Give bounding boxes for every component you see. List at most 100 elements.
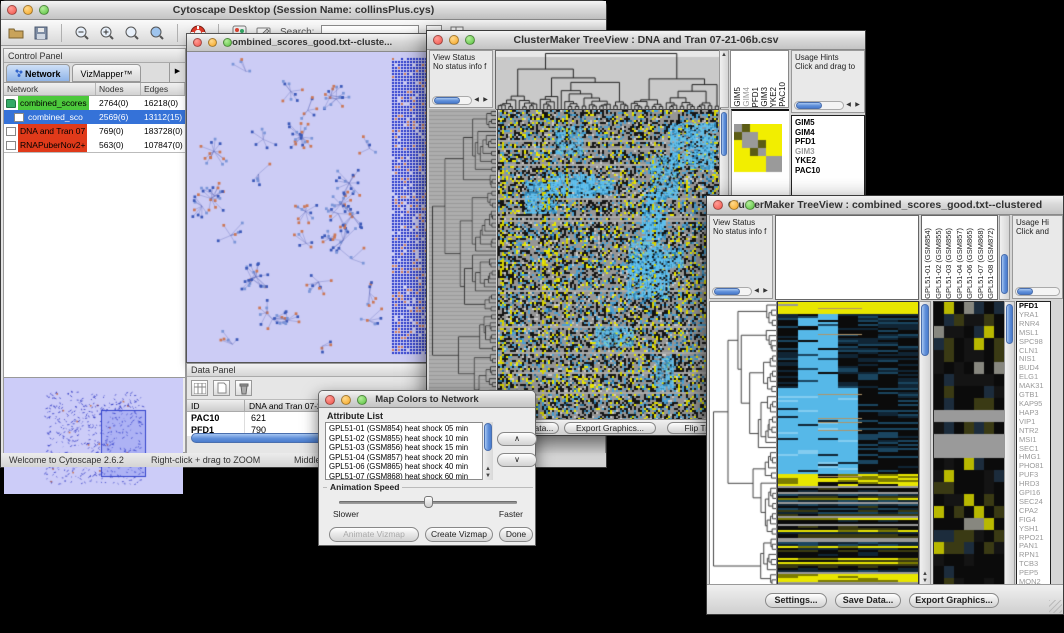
treeview2-column-dendrogram-area[interactable]	[775, 215, 919, 300]
column-label[interactable]: GPL51-06 (GSM865)	[965, 228, 976, 299]
treeview2-selection-heatmap[interactable]	[933, 301, 1005, 588]
network-table-row[interactable]: combined_sco 2569(6) 13112(15)	[4, 110, 185, 124]
zoom-button[interactable]	[223, 38, 232, 47]
network-overview-canvas[interactable]	[4, 378, 183, 494]
treeview2-labels-scrollbar[interactable]	[999, 215, 1010, 300]
dialog-titlebar[interactable]: Map Colors to Network	[319, 391, 535, 408]
export-graphics-button[interactable]: Export Graphics...	[564, 422, 656, 434]
slider-thumb[interactable]	[424, 496, 433, 508]
minimize-button[interactable]	[23, 5, 33, 15]
column-label[interactable]: GPL51-02 (GSM855)	[934, 228, 945, 299]
close-button[interactable]	[193, 38, 202, 47]
network-table-header[interactable]: Network Nodes Edges	[4, 83, 185, 96]
animation-speed-slider[interactable]	[339, 501, 517, 504]
gene-label[interactable]: GIM5	[795, 118, 864, 128]
delete-attribute-icon[interactable]	[235, 380, 252, 396]
move-down-button[interactable]: ∨	[497, 453, 537, 467]
zoom-out-icon[interactable]	[73, 24, 91, 42]
tab-overflow-button[interactable]: ▶	[169, 63, 185, 82]
column-label[interactable]: GPL51-07 (GSM868)	[976, 228, 987, 299]
zoom-button[interactable]	[357, 395, 367, 405]
treeview1-top-scroll-strip[interactable]: ▲	[719, 50, 729, 108]
animate-vizmap-button[interactable]: Animate Vizmap	[329, 527, 419, 542]
gene-label[interactable]: PFD1	[795, 137, 864, 147]
network-table-row[interactable]: combined_scores 2764(0) 16218(0)	[4, 96, 185, 110]
view-status-scrollbar[interactable]: ◀ ▶	[432, 95, 490, 105]
scroll-right-icon[interactable]: ▶	[853, 101, 862, 110]
treeview1-column-dendrogram[interactable]	[495, 50, 721, 110]
attribute-list[interactable]: GPL51-01 (GSM854) heat shock 05 minGPL51…	[325, 422, 493, 480]
attribute-item[interactable]: GPL51-02 (GSM855) heat shock 10 min	[329, 434, 492, 444]
column-label[interactable]: GIM5	[733, 87, 742, 107]
treeview2-row-dendrogram[interactable]	[709, 301, 777, 588]
minimize-button[interactable]	[208, 38, 217, 47]
treeview1-row-dendrogram[interactable]	[429, 109, 496, 420]
scroll-left-icon[interactable]: ◀	[752, 287, 761, 296]
gene-label[interactable]: GIM3	[795, 147, 864, 157]
tab-network[interactable]: Network	[6, 64, 70, 82]
close-button[interactable]	[7, 5, 17, 15]
gene-label[interactable]: YKE2	[795, 156, 864, 166]
treeview2-titlebar[interactable]: ClusterMaker TreeView : combined_scores_…	[707, 196, 1063, 215]
column-label[interactable]: YKE2	[769, 87, 778, 107]
scroll-left-icon[interactable]: ◀	[472, 96, 481, 105]
main-titlebar[interactable]: Cytoscape Desktop (Session Name: collins…	[1, 1, 606, 20]
settings-button[interactable]: Settings...	[765, 593, 827, 608]
save-data-button[interactable]: Save Data...	[835, 593, 901, 608]
close-button[interactable]	[713, 200, 723, 210]
network-frame-titlebar[interactable]: combined_scores_good.txt--cluste...	[187, 34, 432, 52]
attribute-item[interactable]: GPL51-06 (GSM865) heat shock 40 min	[329, 462, 492, 472]
column-label[interactable]: GPL51-08 (GSM872)	[986, 228, 997, 299]
scroll-right-icon[interactable]: ▶	[481, 96, 490, 105]
treeview2-selection-scrollbar[interactable]	[1004, 301, 1015, 586]
scroll-right-icon[interactable]: ▶	[761, 287, 770, 296]
zoom-button[interactable]	[39, 5, 49, 15]
zoom-in-icon[interactable]	[98, 24, 116, 42]
zoom-fit-icon[interactable]	[123, 24, 141, 42]
close-button[interactable]	[433, 35, 443, 45]
open-file-icon[interactable]	[7, 24, 25, 42]
save-icon[interactable]	[32, 24, 50, 42]
gene-label[interactable]: GIM4	[795, 128, 864, 138]
usage-hints-scrollbar[interactable]	[1015, 286, 1060, 296]
column-label[interactable]: PAC10	[778, 82, 787, 107]
attribute-item[interactable]: GPL51-01 (GSM854) heat shock 05 min	[329, 424, 492, 434]
tab-vizmapper[interactable]: VizMapper™	[72, 64, 142, 82]
new-attribute-icon[interactable]	[213, 380, 230, 396]
attribute-select-icon[interactable]	[191, 380, 208, 396]
resize-grip[interactable]	[1049, 600, 1062, 613]
usage-hints-scrollbar[interactable]: ◀ ▶	[794, 100, 862, 110]
view-status-scrollbar[interactable]: ◀ ▶	[712, 286, 770, 296]
close-button[interactable]	[325, 395, 335, 405]
column-label[interactable]: PFD1	[751, 87, 760, 107]
attribute-item[interactable]: GPL51-07 (GSM868) heat shock 60 min	[329, 472, 492, 480]
zoom-button[interactable]	[465, 35, 475, 45]
create-vizmap-button[interactable]: Create Vizmap	[425, 527, 493, 542]
move-up-button[interactable]: ∧	[497, 432, 537, 446]
gene-label[interactable]: PAC10	[795, 166, 864, 176]
done-button[interactable]: Done	[499, 527, 533, 542]
export-graphics-button[interactable]: Export Graphics...	[909, 593, 999, 608]
network-table-row[interactable]: RNAPuberNov2+ 563(0) 107847(0)	[4, 138, 185, 152]
treeview1-titlebar[interactable]: ClusterMaker TreeView : DNA and Tran 07-…	[427, 31, 865, 50]
treeview2-heatmap-scrollbar[interactable]: ▲ ▼	[919, 301, 931, 586]
column-label[interactable]: GIM4	[742, 87, 751, 107]
treeview1-similarity-matrix[interactable]	[734, 124, 782, 174]
zoom-selected-icon[interactable]	[148, 24, 166, 42]
scroll-left-icon[interactable]: ◀	[844, 101, 853, 110]
treeview1-heatmap[interactable]	[497, 109, 720, 422]
minimize-button[interactable]	[449, 35, 459, 45]
network-view-canvas[interactable]	[187, 52, 432, 362]
zoom-button[interactable]	[745, 200, 755, 210]
minimize-button[interactable]	[341, 395, 351, 405]
attribute-item[interactable]: GPL51-04 (GSM857) heat shock 20 min	[329, 453, 492, 463]
column-label[interactable]: GPL51-01 (GSM854)	[923, 228, 934, 299]
attribute-item[interactable]: GPL51-03 (GSM856) heat shock 15 min	[329, 443, 492, 453]
column-label[interactable]: GPL51-03 (GSM856)	[944, 228, 955, 299]
column-label[interactable]: GIM3	[760, 87, 769, 107]
network-table-row[interactable]: DNA and Tran 07 769(0) 183728(0)	[4, 124, 185, 138]
network-overview-panel[interactable]	[4, 377, 185, 494]
attribute-list-scrollbar[interactable]: ▲ ▼	[482, 422, 493, 480]
treeview2-heatmap[interactable]	[777, 301, 919, 588]
minimize-button[interactable]	[729, 200, 739, 210]
